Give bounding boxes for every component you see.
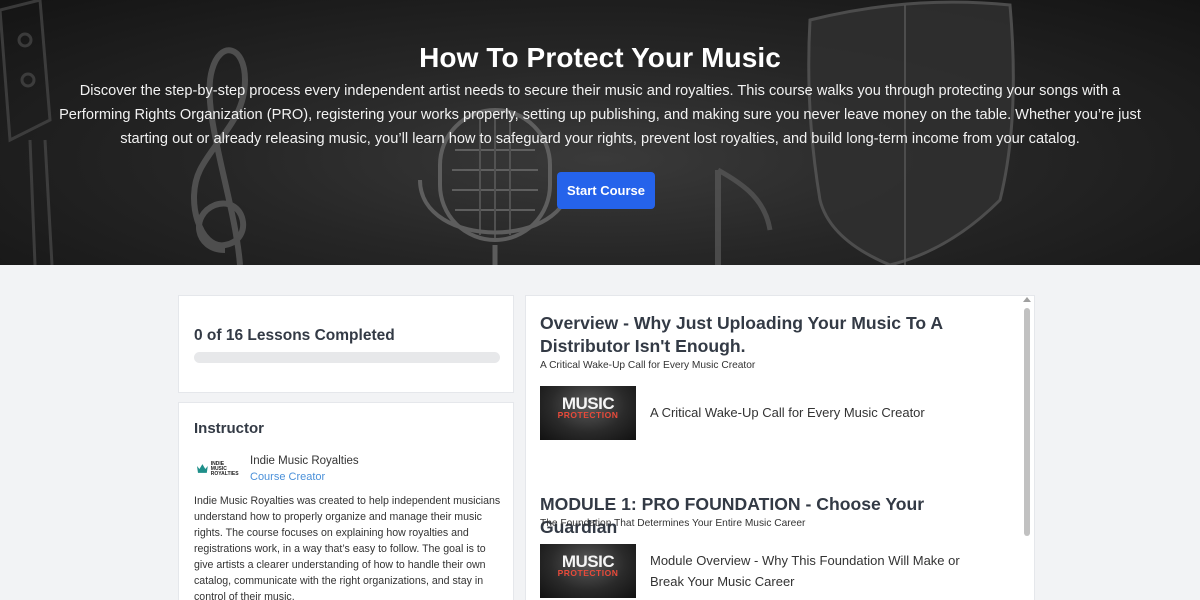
progress-card: 0 of 16 Lessons Completed <box>178 295 514 393</box>
instructor-card: Instructor INDIE MUSIC ROYALTIES Indie M… <box>178 402 514 600</box>
lesson-title[interactable]: Module Overview - Why This Foundation Wi… <box>650 550 990 592</box>
module-title: MODULE 1: PRO FOUNDATION - Choose Your G… <box>540 494 925 537</box>
module-subtitle: A Critical Wake-Up Call for Every Music … <box>540 360 756 371</box>
chevron-up-icon[interactable] <box>1023 297 1031 302</box>
crown-icon <box>197 464 208 473</box>
instructor-name: Indie Music Royalties <box>250 455 359 467</box>
start-course-button[interactable]: Start Course <box>557 172 655 209</box>
scrollbar-thumb[interactable] <box>1024 308 1030 536</box>
instructor-logo: INDIE MUSIC ROYALTIES <box>197 461 241 477</box>
instructor-heading: Instructor <box>194 420 265 437</box>
course-description: Discover the step-by-step process every … <box>59 83 1141 147</box>
instructor-role-link[interactable]: Course Creator <box>250 471 325 483</box>
course-title: How To Protect Your Music <box>419 42 781 73</box>
instructor-bio: Indie Music Royalties was created to hel… <box>194 495 501 600</box>
course-modules-panel[interactable]: Overview - Why Just Uploading Your Music… <box>525 295 1035 600</box>
logo-wordmark: INDIE MUSIC ROYALTIES <box>210 460 239 477</box>
course-hero: How To Protect Your Music Discover the s… <box>0 0 1200 265</box>
module-subtitle: The Foundation That Determines Your Enti… <box>540 518 806 529</box>
lesson-thumbnail[interactable]: MUSIC PROTECTION <box>540 386 636 440</box>
modules-scrollbar[interactable] <box>1020 295 1034 600</box>
lesson-title[interactable]: A Critical Wake-Up Call for Every Music … <box>650 402 990 423</box>
module-title: Overview - Why Just Uploading Your Music… <box>540 313 943 356</box>
lesson-thumbnail[interactable]: MUSIC PROTECTION <box>540 544 636 598</box>
lessons-completed-label: 0 of 16 Lessons Completed <box>194 327 395 344</box>
progress-bar <box>194 352 500 363</box>
